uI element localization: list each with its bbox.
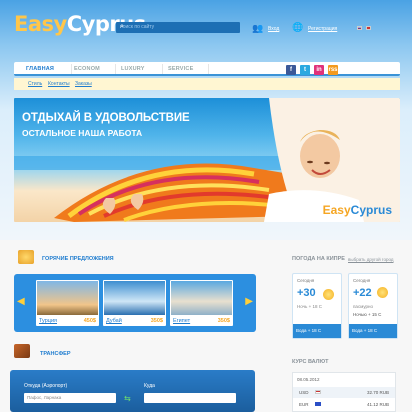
from-input[interactable]: Пафос, Ларнака (24, 393, 116, 403)
temperature: +22 (353, 287, 372, 299)
to-label: Куда (144, 383, 155, 389)
currency-title: КУРС ВАЛЮТ (292, 359, 329, 365)
offer-price: 450$ (83, 318, 96, 324)
offer-image (171, 281, 232, 315)
offer-name[interactable]: Дубай (106, 318, 122, 324)
rss-icon[interactable]: rss (328, 65, 338, 75)
banner-headline: ОТДЫХАЙ В УДОВОЛЬСТВИЕ (22, 112, 190, 124)
choose-city-link[interactable]: выбрать другой город (348, 257, 393, 262)
main-nav: ГЛАВНАЯ ECONOM LUXURY SERVICE f t in rss (14, 62, 400, 76)
weather-card: Сегодня +30 Ночь + 18 С Вода + 18 С (292, 273, 342, 339)
star-icon (18, 250, 34, 264)
nav-item-luxury[interactable]: LUXURY (121, 66, 145, 72)
offer-image (104, 281, 165, 315)
offer-price: 350$ (150, 318, 163, 324)
users-icon: 👥 (252, 23, 264, 33)
banner-logo: EasyCyprus (322, 203, 392, 217)
register-link[interactable]: Регистрация (308, 26, 337, 32)
subnav-item-style[interactable]: Стиль (28, 81, 42, 87)
twitter-icon[interactable]: t (300, 65, 310, 75)
transfer-form: Откуда (Аэропорт) Куда Пафос, Ларнака ⇆ (10, 370, 255, 412)
nav-item-econom[interactable]: ECONOM (74, 66, 100, 72)
offer-price: 350$ (217, 318, 230, 324)
to-input[interactable] (144, 393, 236, 403)
offer-card[interactable]: Египет 350$ (170, 280, 233, 326)
from-label: Откуда (Аэропорт) (24, 383, 68, 389)
weather-title: ПОГОДА НА КИПРЕ (292, 256, 345, 262)
temperature: +30 (297, 287, 316, 299)
subnav-item-orders[interactable]: Заказы (75, 81, 92, 87)
hot-offers-carousel: ◀ ▶ Турция 450$ Дубай 350$ Египет 350$ (14, 274, 256, 332)
nav-item-home[interactable]: ГЛАВНАЯ (26, 66, 54, 72)
flag-ru-icon[interactable] (357, 26, 362, 30)
flag-us-icon (315, 390, 321, 394)
hero-banner[interactable]: ОТДЫХАЙ В УДОВОЛЬСТВИЕ ОСТАЛЬНОЕ НАША РА… (14, 98, 400, 222)
water-temp: Вода + 18 С (293, 324, 341, 338)
offer-card[interactable]: Турция 450$ (36, 280, 99, 326)
sub-nav: Стиль Контакты Заказы (14, 78, 400, 90)
instagram-icon[interactable]: in (314, 65, 324, 75)
nav-item-service[interactable]: SERVICE (168, 66, 193, 72)
globe-icon: 🌐 (292, 22, 304, 32)
search-icon[interactable]: ⌕ (120, 23, 237, 31)
transfer-title: ТРАНСФЕР (40, 351, 71, 357)
currency-table: 08.05.2012 USD 32.70 RUB EUR 41.12 RUB (292, 372, 396, 412)
weather-card: Сегодня +22 пасмурно Ночью + 15 С Вода +… (348, 273, 398, 339)
currency-date: 08.05.2012 (297, 377, 320, 382)
login-link[interactable]: Вход (268, 26, 279, 32)
search-input[interactable]: поиск по сайту ⌕ (116, 22, 240, 33)
water-temp: Вода + 18 С (349, 324, 397, 338)
sun-icon (323, 289, 334, 300)
carousel-prev-icon[interactable]: ◀ (17, 296, 25, 307)
swap-icon[interactable]: ⇆ (124, 394, 131, 403)
car-icon (14, 344, 30, 358)
facebook-icon[interactable]: f (286, 65, 296, 75)
cloud-sun-icon (377, 287, 388, 298)
offer-image (37, 281, 98, 315)
offer-name[interactable]: Египет (173, 318, 190, 324)
table-row: USD 32.70 RUB (293, 387, 395, 398)
flag-eu-icon (315, 402, 321, 406)
subnav-item-contacts[interactable]: Контакты (48, 81, 70, 87)
flag-en-icon[interactable] (366, 26, 371, 30)
carousel-next-icon[interactable]: ▶ (245, 296, 253, 307)
banner-subheadline: ОСТАЛЬНОЕ НАША РАБОТА (22, 128, 143, 138)
table-row: EUR 41.12 RUB (299, 402, 389, 407)
offer-card[interactable]: Дубай 350$ (103, 280, 166, 326)
offer-name[interactable]: Турция (39, 318, 57, 324)
hot-offers-title: ГОРЯЧИЕ ПРЕДЛОЖЕНИЯ (42, 256, 114, 262)
